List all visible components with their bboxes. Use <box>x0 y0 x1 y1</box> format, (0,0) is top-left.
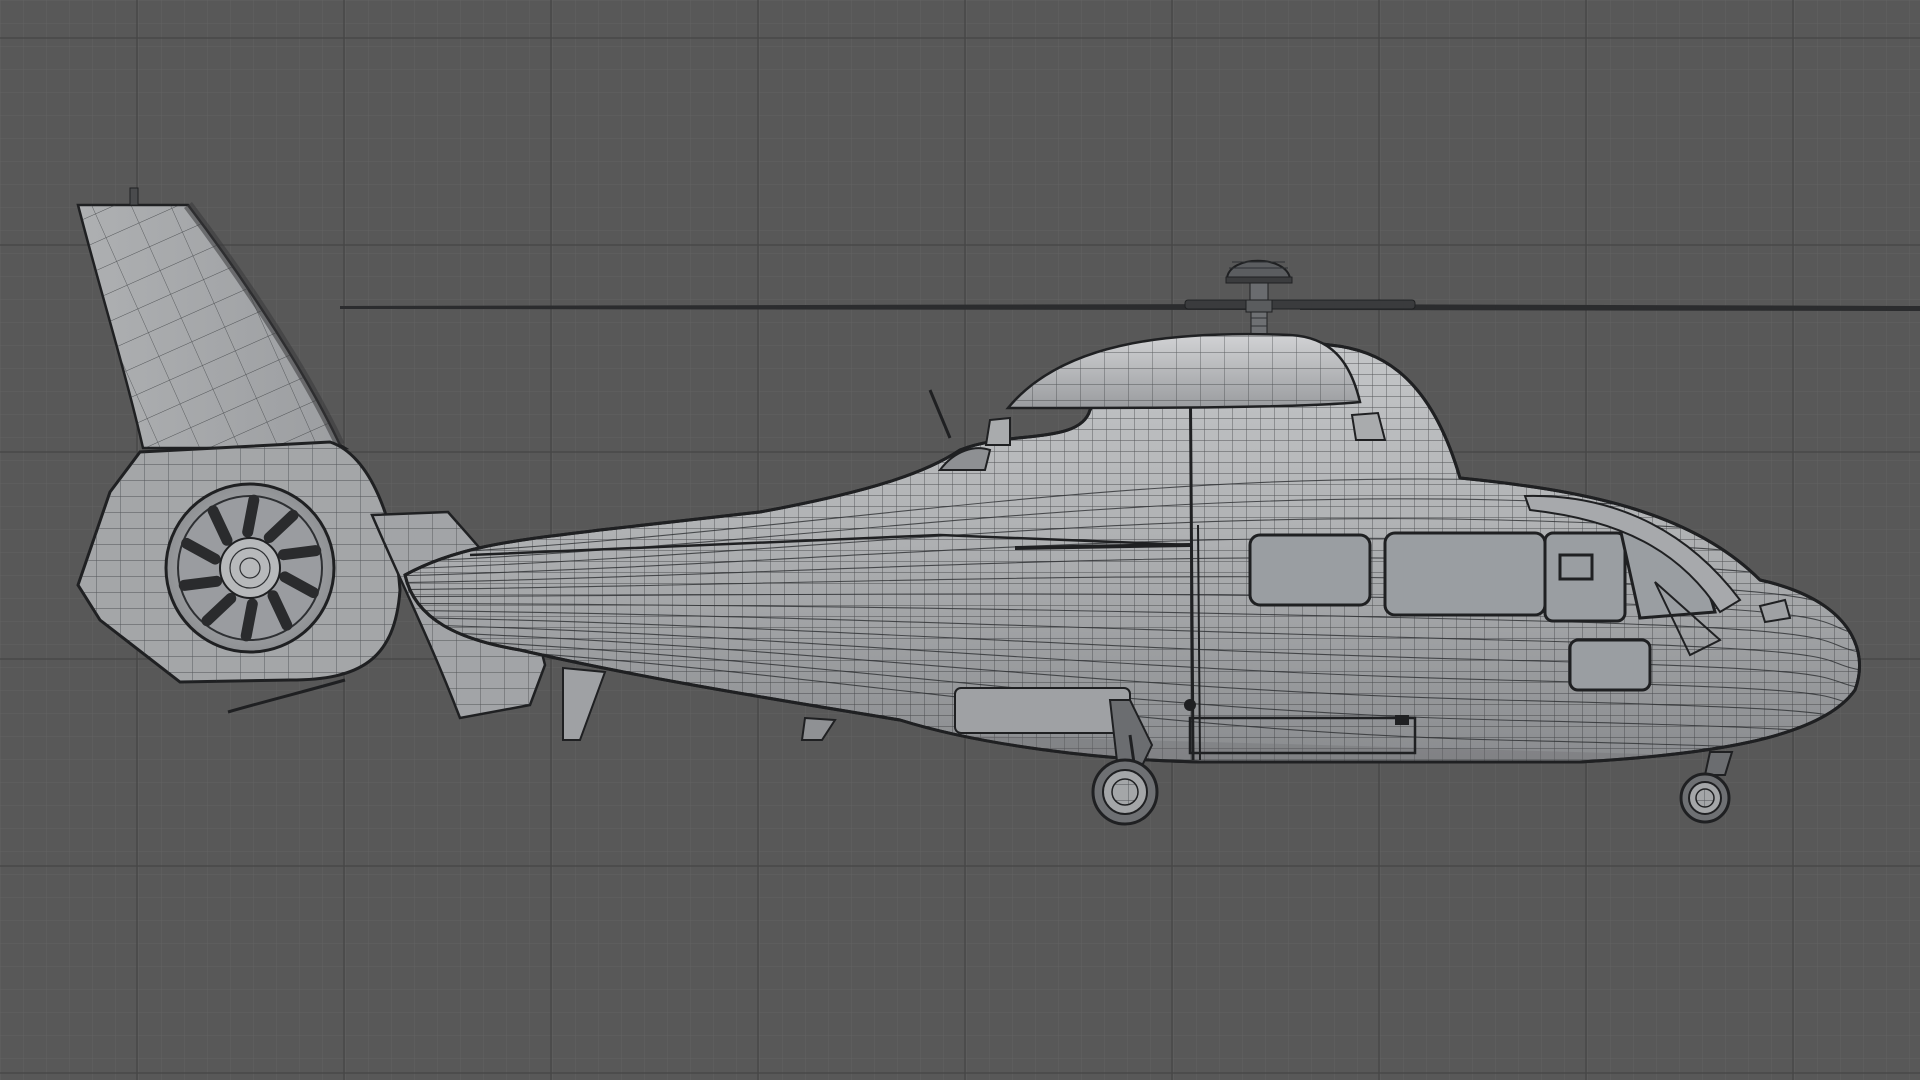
fenestron-blade <box>240 598 258 642</box>
fenestron-blade <box>178 575 223 591</box>
fenestron-blade <box>242 494 260 538</box>
fenestron-blade <box>277 545 322 561</box>
viewport-canvas[interactable] <box>0 0 1920 1080</box>
3d-viewport[interactable] <box>0 0 1920 1080</box>
